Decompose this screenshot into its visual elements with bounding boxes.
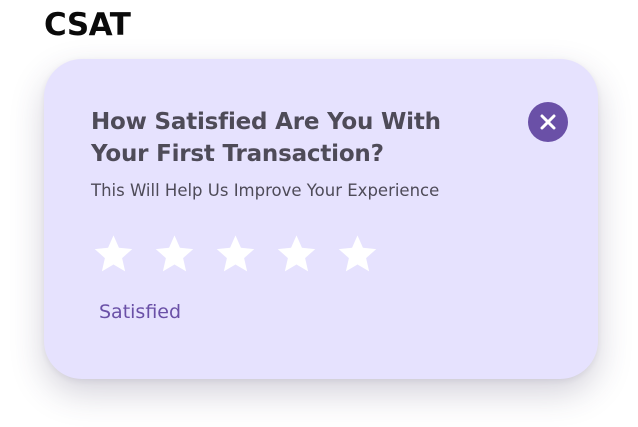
star-icon (155, 235, 194, 272)
star-5[interactable] (335, 232, 380, 277)
star-icon (94, 235, 133, 272)
star-2[interactable] (152, 232, 197, 277)
close-button[interactable] (528, 102, 568, 142)
star-3[interactable] (213, 232, 258, 277)
rating-label: Satisfied (99, 301, 182, 323)
star-rating[interactable] (91, 232, 380, 277)
csat-card: How Satisfied Are You With Your First Tr… (44, 59, 598, 379)
star-icon (216, 235, 255, 272)
star-1[interactable] (91, 232, 136, 277)
star-4[interactable] (274, 232, 319, 277)
star-icon (277, 235, 316, 272)
close-icon (539, 113, 557, 131)
survey-question: How Satisfied Are You With Your First Tr… (91, 109, 441, 167)
survey-subtitle: This Will Help Us Improve Your Experienc… (91, 181, 440, 200)
star-icon (338, 235, 377, 272)
page-title: CSAT (44, 7, 131, 43)
